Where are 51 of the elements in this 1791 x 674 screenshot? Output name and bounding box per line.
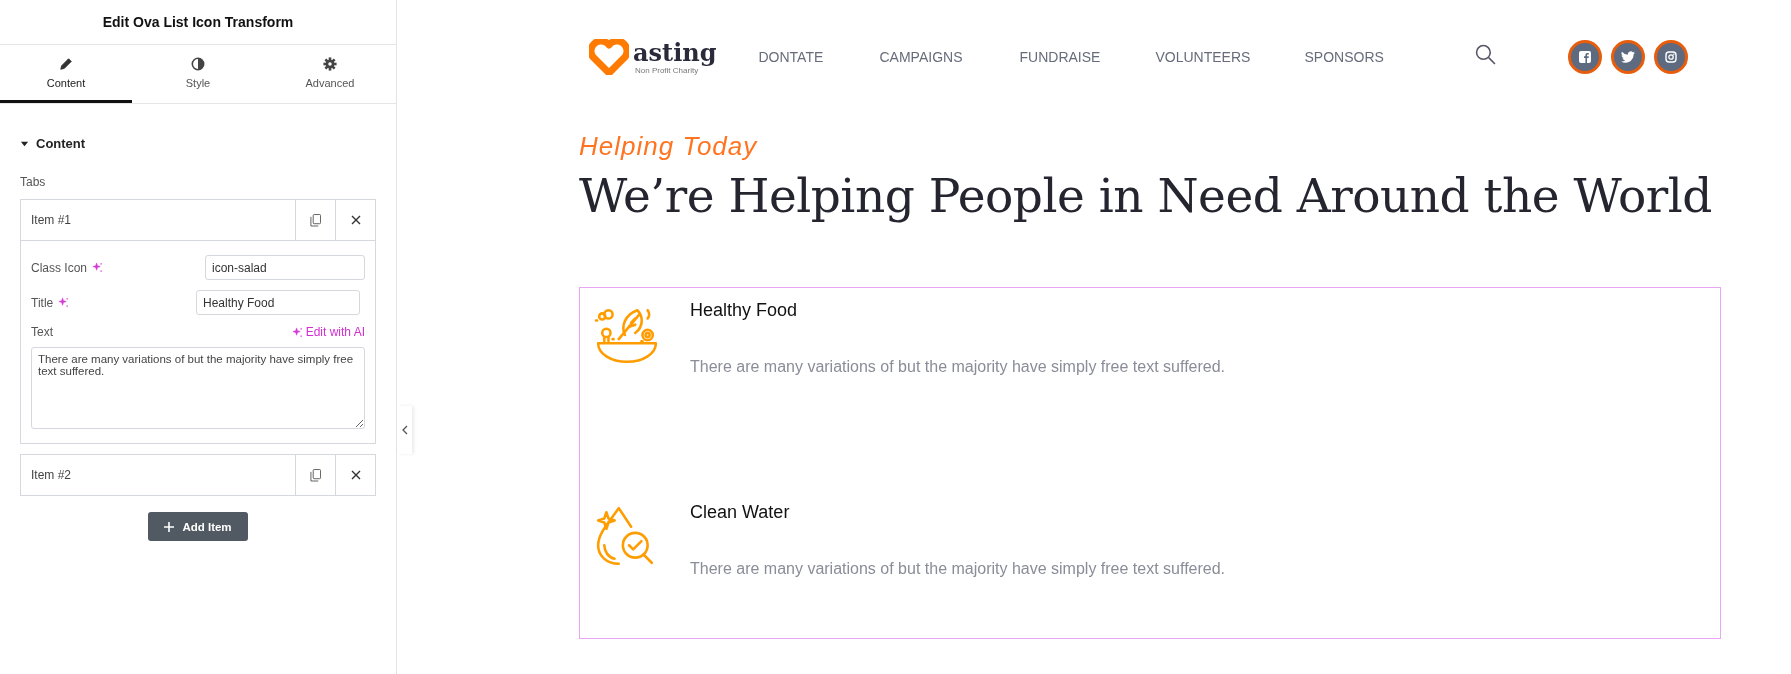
item-toggle[interactable]: Item #1	[21, 200, 295, 240]
logo-wordmark: asting	[633, 39, 717, 66]
text-area[interactable]: There are many variations of but the majority have simply free text suffered.	[31, 347, 365, 429]
add-item-button[interactable]: Add Item	[148, 512, 248, 541]
caret-icon	[20, 139, 29, 148]
social-button[interactable]	[1567, 40, 1602, 74]
settings-icon	[323, 56, 337, 71]
list-item-text: There are many variations of but the majority have simply free text suffered.	[690, 358, 1226, 376]
search-icon[interactable]	[1474, 43, 1496, 65]
text-input[interactable]: Healthy Food	[196, 290, 360, 315]
text-input[interactable]: icon-salad	[205, 255, 365, 280]
close-icon	[350, 215, 361, 225]
chevron-left-icon	[401, 425, 408, 435]
panel-tab[interactable]: Style	[132, 45, 264, 103]
list-item-text: There are many variations of but the majority have simply free text suffered.	[690, 560, 1226, 578]
social-button[interactable]	[1653, 40, 1688, 74]
close-icon	[350, 470, 361, 480]
logo-tagline: Non Profit Charity	[635, 65, 699, 75]
sparkle-icon	[92, 262, 104, 273]
heart-logo-icon	[589, 39, 629, 75]
nav-link[interactable]: CAMPAIGNS	[879, 49, 1020, 65]
nav-link[interactable]: VOLUNTEERS	[1155, 49, 1305, 65]
field-label: Class Icon	[31, 260, 88, 275]
copy-icon	[310, 213, 321, 227]
copy-icon	[310, 468, 321, 482]
social-button[interactable]	[1610, 40, 1645, 74]
list-item-title: Healthy Food	[690, 300, 799, 321]
camera-icon	[1664, 51, 1677, 63]
subtitle: Helping Today	[579, 131, 759, 162]
pencil-icon	[59, 56, 73, 71]
section-toggle[interactable]: Content	[20, 136, 86, 151]
panel-tab[interactable]: Content	[0, 45, 132, 103]
collapse-panel-button[interactable]	[397, 406, 412, 454]
panel-title: Edit Ova List Icon Transform	[0, 0, 396, 45]
nav-link[interactable]: SPONSORS	[1304, 49, 1405, 65]
nav-link[interactable]: DONTATE	[758, 49, 880, 65]
page-heading: We’re Helping People in Need Around the World	[579, 168, 1713, 223]
field-label: Text	[31, 325, 53, 339]
facebook-icon	[1578, 51, 1591, 63]
bird-icon	[1620, 51, 1635, 63]
sparkle-icon	[58, 297, 70, 308]
contrast-icon	[191, 56, 205, 71]
sparkle-icon	[291, 326, 303, 338]
list-item-title: Clean Water	[690, 502, 791, 523]
nav-link[interactable]: FUNDRAISE	[1019, 49, 1156, 65]
plus-icon	[164, 521, 175, 532]
field-label: Tabs	[20, 175, 47, 189]
edit-with-ai-link[interactable]: Edit with AI	[291, 325, 365, 339]
panel-tab[interactable]: Advanced	[264, 45, 396, 103]
item-toggle[interactable]: Item #2	[21, 455, 295, 495]
field-label: Title	[31, 295, 54, 310]
